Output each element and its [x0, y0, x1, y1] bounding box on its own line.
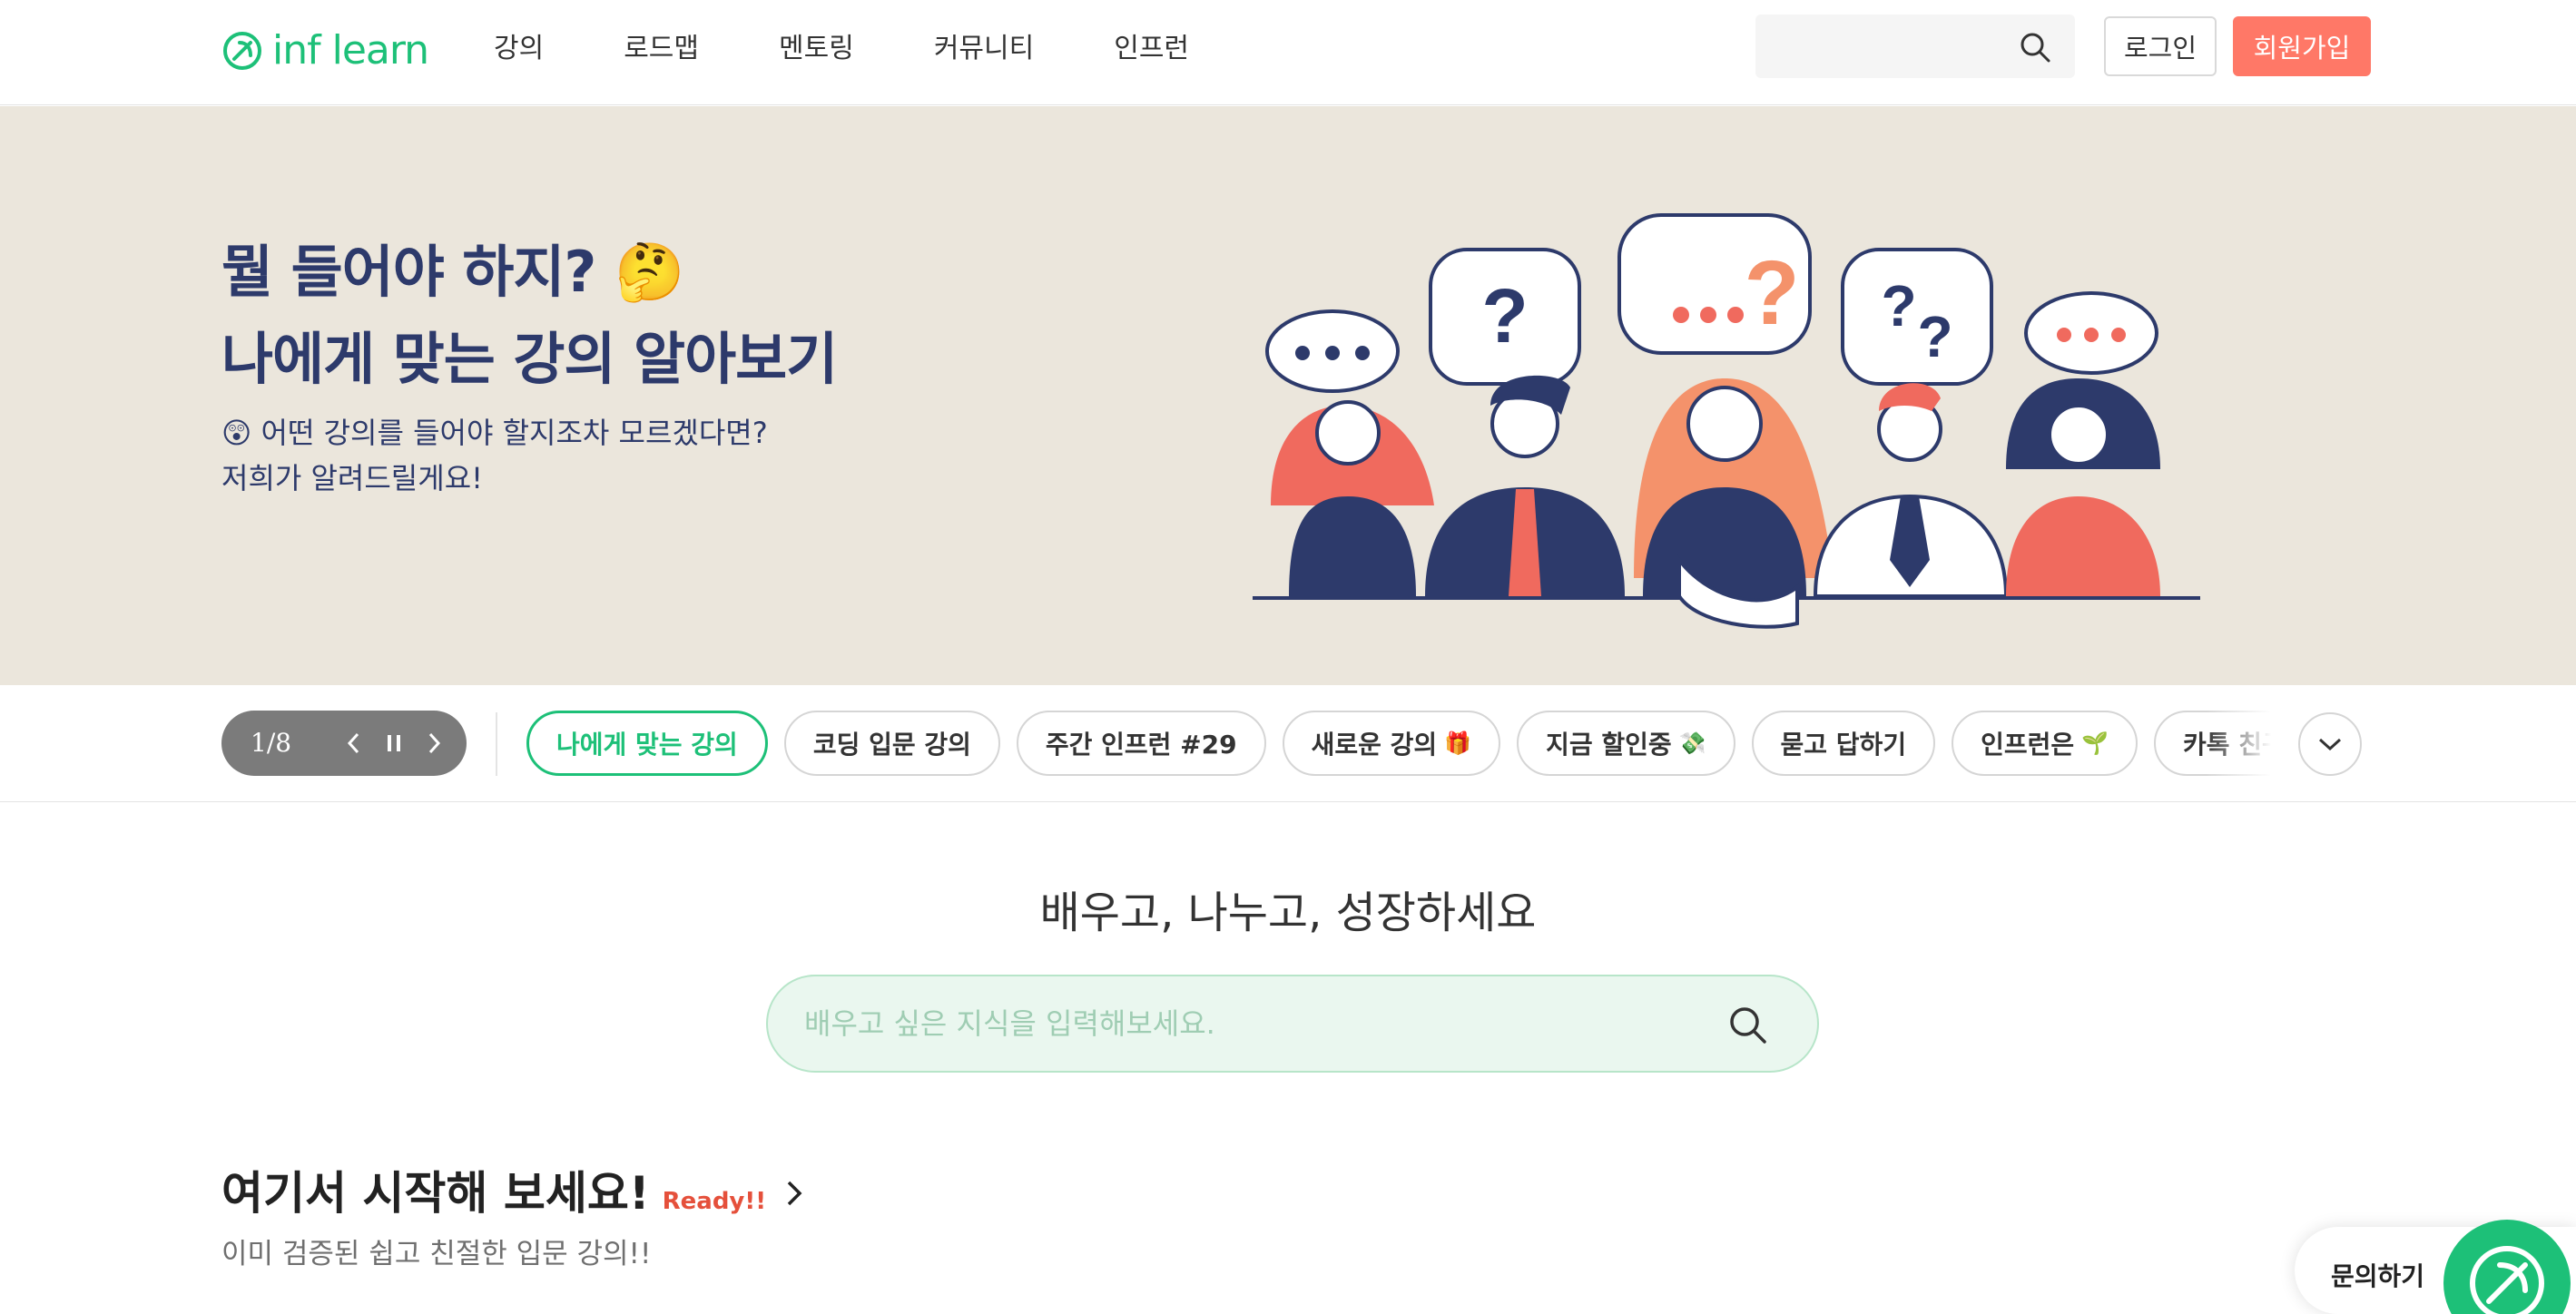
leaf-logo-icon [223, 32, 261, 70]
hero-subtitle: 😲 어떤 강의를 들어야 할지조차 모르겠다면? 저희가 알려드릴게요! [221, 410, 768, 501]
svg-text:?: ? [1881, 273, 1916, 338]
chip-new-courses[interactable]: 새로운 강의 🎁 [1282, 711, 1501, 776]
search-icon[interactable] [2019, 31, 2051, 64]
chip-recommend[interactable]: 나에게 맞는 강의 [526, 711, 768, 776]
chip-label: 코딩 입문 강의 [812, 730, 971, 760]
chip-label: 주간 인프런 #29 [1045, 730, 1237, 760]
section-title: 여기서 시작해 보세요! [221, 1167, 650, 1220]
top-header: inf learn 강의 로드맵 멘토링 커뮤니티 인프런 로그인 회원가입 [0, 0, 2576, 105]
main-nav: 강의 로드맵 멘토링 커뮤니티 인프런 [494, 25, 1269, 73]
seedling-icon: 🌱 [2081, 731, 2109, 756]
divider [496, 712, 497, 776]
section-header[interactable]: 여기서 시작해 보세요! Ready!! [221, 1162, 804, 1225]
inflearn-logo[interactable]: inf learn [221, 27, 429, 74]
svg-text:?: ? [1744, 242, 1799, 344]
main-search-input[interactable] [804, 976, 1694, 1071]
banner-chip-list: 나에게 맞는 강의 코딩 입문 강의 주간 인프런 #29 새로운 강의 🎁 지금… [526, 711, 2271, 778]
chip-about[interactable]: 인프런은 🌱 [1952, 711, 2138, 776]
hero-subtitle-line: 😲 어떤 강의를 들어야 할지조차 모르겠다면? [221, 416, 768, 450]
login-button[interactable]: 로그인 [2104, 16, 2217, 76]
logo-text: inf learn [272, 27, 429, 74]
hero-banner[interactable]: 뭘 들어야 하지? 🤔 나에게 맞는 강의 알아보기 😲 어떤 강의를 들어야 … [0, 106, 2576, 685]
main-heading: 배우고, 나누고, 성장하세요 [1039, 887, 1537, 938]
header-search-input[interactable] [1755, 15, 2075, 78]
inquiry-label: 문의하기 [2331, 1261, 2425, 1291]
chevron-down-icon [2318, 738, 2342, 751]
chip-fade-overlay [2206, 711, 2271, 778]
chip-qna[interactable]: 묻고 답하기 [1751, 711, 1936, 776]
chip-label: 나에게 맞는 강의 [556, 730, 738, 760]
banner-counter: 1/8 [251, 728, 292, 758]
chip-intro-coding[interactable]: 코딩 입문 강의 [783, 711, 1000, 776]
pause-icon[interactable] [374, 723, 414, 763]
money-wings-icon: 💸 [1678, 731, 1706, 756]
hero-title: 뭘 들어야 하지? 🤔 나에게 맞는 강의 알아보기 [221, 229, 838, 403]
chip-label: 지금 할인중 [1546, 730, 1672, 760]
nav-courses[interactable]: 강의 [494, 25, 544, 73]
signup-button[interactable]: 회원가입 [2233, 16, 2371, 76]
chip-weekly[interactable]: 주간 인프런 #29 [1016, 711, 1266, 776]
gift-icon: 🎁 [1444, 731, 1472, 756]
nav-inflearn[interactable]: 인프런 [1114, 25, 1189, 73]
svg-text:?: ? [1481, 273, 1528, 358]
section-badge: Ready!! [662, 1188, 767, 1215]
hero-subtitle-line: 저희가 알려드릴게요! [221, 461, 483, 495]
leaf-icon [2470, 1246, 2544, 1314]
chevron-right-icon[interactable] [784, 1178, 804, 1209]
chevron-left-icon[interactable] [334, 723, 374, 763]
main-search-box[interactable] [766, 975, 1819, 1073]
nav-community[interactable]: 커뮤니티 [934, 25, 1034, 73]
hero-title-line: 뭘 들어야 하지? 🤔 [221, 239, 684, 305]
expand-chips-button[interactable] [2298, 712, 2362, 776]
people-question-illustration: ? ? ? ? [1253, 213, 2200, 629]
chevron-right-icon[interactable] [414, 723, 454, 763]
nav-mentoring[interactable]: 멘토링 [779, 25, 854, 73]
section-subtitle: 이미 검증된 쉽고 친절한 입문 강의!! [221, 1238, 652, 1270]
chip-discount[interactable]: 지금 할인중 💸 [1517, 711, 1735, 776]
nav-roadmap[interactable]: 로드맵 [624, 25, 699, 73]
chip-label: 인프런은 [1981, 730, 2075, 760]
search-icon[interactable] [1728, 1005, 1768, 1045]
chip-label: 묻고 답하기 [1780, 730, 1907, 760]
banner-control-bar: 1/8 나에게 맞는 강의 코딩 입문 강의 주간 인프런 #29 새로운 강의… [0, 685, 2576, 802]
inquiry-chat-button[interactable] [2443, 1220, 2571, 1314]
svg-text:?: ? [1917, 304, 1952, 369]
hero-title-line: 나에게 맞는 강의 알아보기 [221, 326, 838, 392]
chip-label: 새로운 강의 [1311, 730, 1438, 760]
banner-pager: 1/8 [221, 711, 467, 776]
